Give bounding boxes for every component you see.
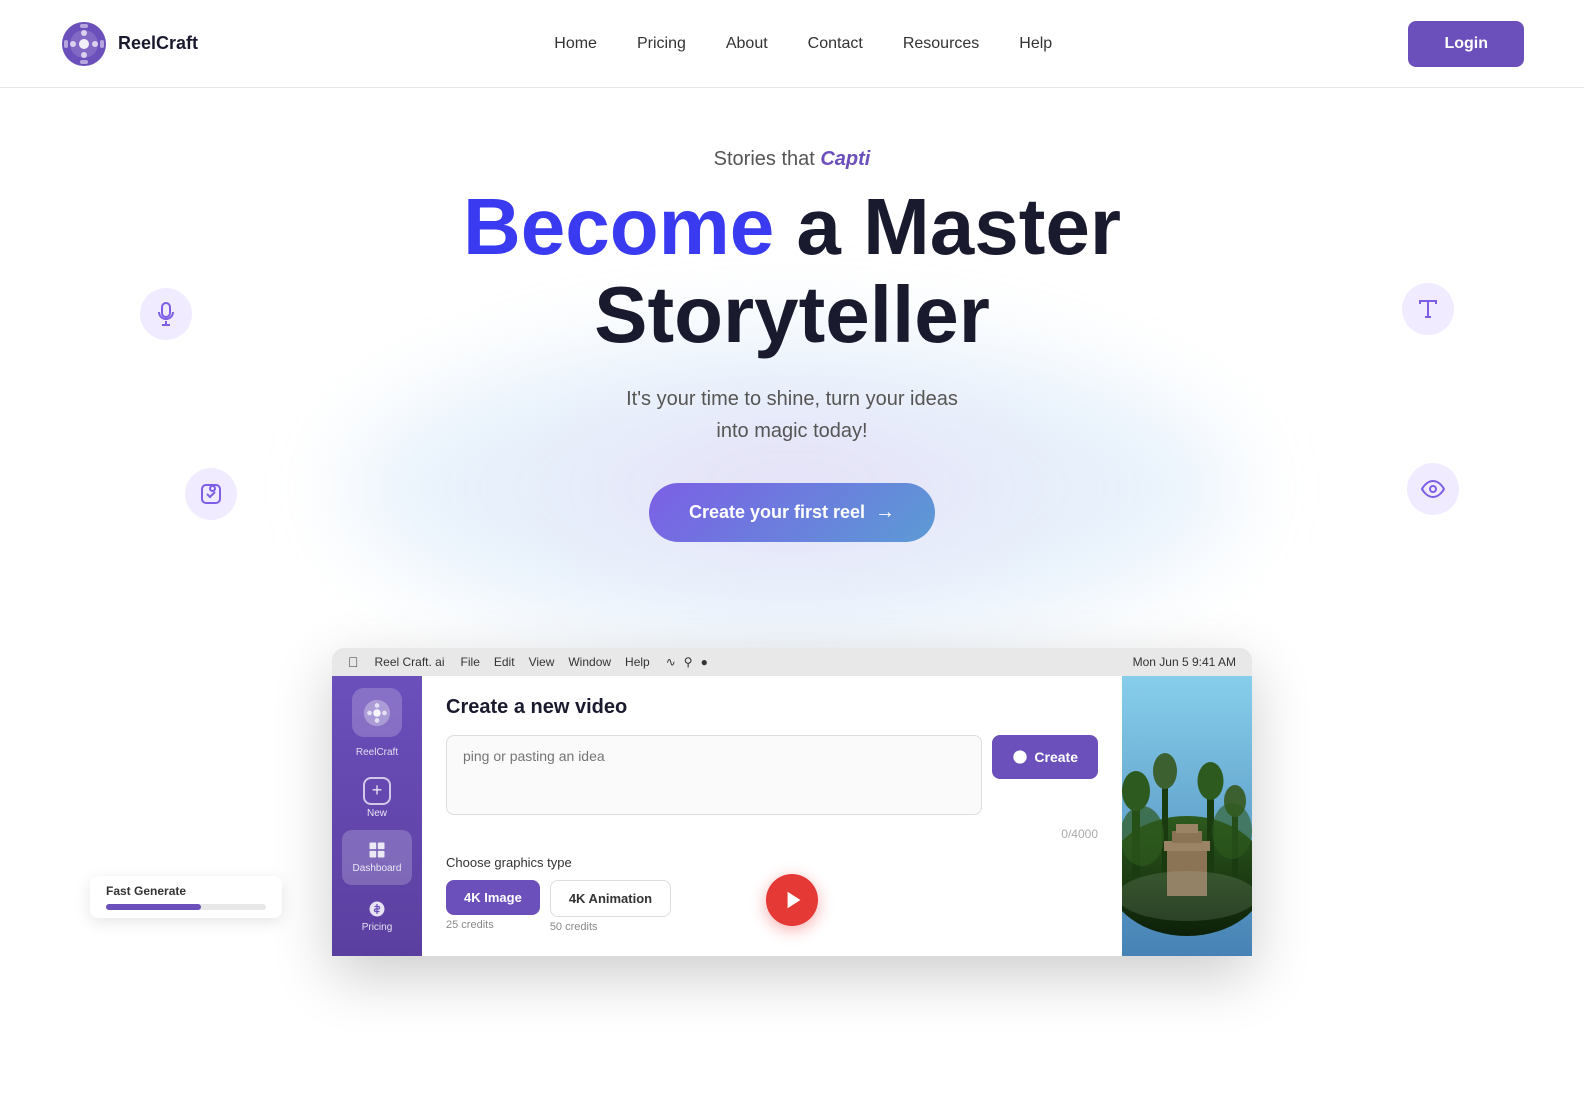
create-label: Create (1034, 749, 1078, 765)
hero-desc-line1: It's your time to shine, turn your ideas (626, 388, 958, 410)
search-menu-icon: ⚲ (684, 655, 693, 669)
fast-generate-label: Fast Generate (106, 884, 266, 898)
sidebar-new-item[interactable]: + New (342, 770, 412, 825)
app-main-title: Create a new video (446, 696, 1098, 719)
app-sidebar: ReelCraft + New Dashb (332, 676, 422, 956)
hero-description: It's your time to shine, turn your ideas… (20, 383, 1564, 447)
progress-bar-background (106, 904, 266, 910)
menu-help[interactable]: Help (625, 655, 650, 669)
menu-file[interactable]: File (461, 655, 480, 669)
nav-about[interactable]: About (726, 35, 768, 52)
menu-view[interactable]: View (529, 655, 555, 669)
hero-title-highlight: Become (463, 182, 774, 271)
hero-section: Stories that Capti Become a MasterStoryt… (0, 88, 1584, 648)
dashboard-icon (367, 840, 387, 860)
char-count: 0/4000 (446, 827, 1098, 841)
play-button[interactable] (766, 874, 818, 926)
mac-menubar:  Reel Craft. ai File Edit View Window H… (332, 648, 1252, 676)
hero-title: Become a MasterStoryteller (20, 183, 1564, 359)
subtitle-highlight: Capti (820, 148, 870, 170)
idea-input-row: Create (446, 735, 1098, 815)
nav-links: Home Pricing About Contact Resources Hel… (554, 35, 1052, 53)
menu-edit[interactable]: Edit (494, 655, 515, 669)
system-time: Mon Jun 5 9:41 AM (1133, 655, 1236, 669)
navbar: ReelCraft Home Pricing About Contact Res… (0, 0, 1584, 88)
play-icon (783, 889, 805, 911)
arrow-icon: → (875, 501, 895, 524)
sidebar-brand-label: ReelCraft (356, 747, 398, 758)
new-label: New (367, 808, 387, 819)
sidebar-logo (352, 688, 402, 737)
graphics-4k-animation[interactable]: 4K Animation (550, 880, 671, 917)
pricing-icon (367, 899, 387, 919)
dashboard-label: Dashboard (353, 863, 402, 874)
4k-image-credits: 25 credits (446, 919, 540, 931)
app-name: Reel Craft. ai (375, 655, 445, 669)
sidebar-logo-icon (362, 698, 392, 728)
text-icon (1402, 283, 1454, 335)
eye-icon (1407, 463, 1459, 515)
mic-icon (140, 288, 192, 340)
app-preview-image (1122, 676, 1252, 956)
ruins-image (1122, 676, 1252, 956)
menu-items: File Edit View Window Help (461, 655, 650, 669)
logo[interactable]: ReelCraft (60, 20, 198, 68)
nav-home[interactable]: Home (554, 35, 597, 52)
wifi-icon: ∿ (666, 655, 676, 669)
system-icons: ∿ ⚲ ● (666, 655, 708, 669)
sidebar-dashboard-item[interactable]: Dashboard (342, 830, 412, 885)
subtitle-prefix: Stories that (714, 148, 821, 170)
idea-input[interactable] (446, 735, 982, 815)
logo-icon (60, 20, 108, 68)
cta-button[interactable]: Create your first reel → (649, 483, 935, 542)
ruins-svg (1122, 676, 1252, 956)
logo-text: ReelCraft (118, 33, 198, 54)
fast-generate-badge: Fast Generate (90, 876, 282, 918)
cta-label: Create your first reel (689, 502, 865, 523)
nav-resources[interactable]: Resources (903, 35, 979, 52)
4k-animation-credits: 50 credits (550, 921, 671, 933)
nav-pricing[interactable]: Pricing (637, 35, 686, 52)
progress-bar-fill (106, 904, 201, 910)
hero-subtitle: Stories that Capti (20, 148, 1564, 171)
hero-desc-line2: into magic today! (716, 420, 867, 442)
create-button[interactable]: Create (992, 735, 1098, 779)
nav-contact[interactable]: Contact (808, 35, 863, 52)
create-icon (1012, 749, 1028, 765)
user-menu-icon: ● (701, 655, 708, 669)
graphics-4k-image[interactable]: 4K Image (446, 880, 540, 915)
app-preview-section: Fast Generate  Reel Craft. ai File Edit… (0, 648, 1584, 956)
new-plus-icon: + (363, 777, 391, 805)
pricing-label: Pricing (362, 922, 393, 933)
graphics-type-label: Choose graphics type (446, 855, 1098, 870)
apple-logo:  (348, 654, 359, 670)
menu-window[interactable]: Window (568, 655, 611, 669)
login-button[interactable]: Login (1408, 21, 1524, 67)
sidebar-pricing-item[interactable]: Pricing (342, 889, 412, 944)
nav-help[interactable]: Help (1019, 35, 1052, 52)
paint-icon (185, 468, 237, 520)
